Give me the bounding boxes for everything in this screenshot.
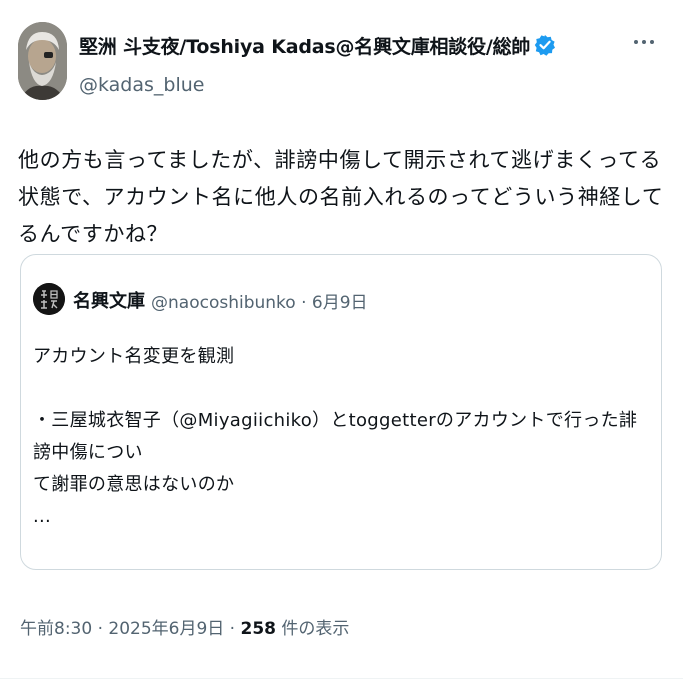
quote-avatar[interactable] bbox=[33, 283, 65, 315]
display-name[interactable]: 堅洲 斗支夜/Toshiya Kadas@名興文庫相談役/総帥 bbox=[79, 32, 530, 59]
tweet-meta: 午前8:30 · 2025年6月9日 · 258 件の表示 bbox=[20, 614, 349, 639]
quote-display-name[interactable]: 名興文庫 bbox=[73, 287, 145, 313]
tweet-header: 堅洲 斗支夜/Toshiya Kadas@名興文庫相談役/総帥 @kadas_b… bbox=[18, 22, 668, 104]
timestamp[interactable]: 午前8:30 · 2025年6月9日 · bbox=[20, 619, 241, 639]
divider bbox=[0, 678, 683, 679]
quote-line bbox=[33, 373, 653, 405]
quoted-tweet[interactable]: 名興文庫 @naocoshibunko · 6月9日 アカウント名変更を観測 ・… bbox=[20, 254, 662, 570]
author-handle[interactable]: @kadas_blue bbox=[79, 74, 205, 96]
quote-header: 名興文庫 @naocoshibunko · 6月9日 bbox=[73, 287, 368, 313]
more-options-icon[interactable] bbox=[630, 32, 658, 52]
quote-line: て謝罪の意思はないのか bbox=[33, 474, 235, 495]
quote-line: アカウント名変更を観測 bbox=[33, 346, 235, 367]
quote-line: ・三屋城衣智子（@Miyagiichiko）とtoggetterのアカウントで行… bbox=[33, 410, 638, 463]
avatar[interactable] bbox=[18, 22, 67, 100]
quote-body: アカウント名変更を観測 ・三屋城衣智子（@Miyagiichiko）とtogge… bbox=[33, 341, 653, 533]
verified-badge-icon[interactable] bbox=[534, 34, 556, 56]
quote-line: ... bbox=[33, 506, 52, 527]
view-label: 件の表示 bbox=[276, 619, 350, 639]
view-count: 258 bbox=[240, 619, 277, 639]
quote-handle-date[interactable]: @naocoshibunko · 6月9日 bbox=[151, 288, 368, 313]
author-name-row: 堅洲 斗支夜/Toshiya Kadas@名興文庫相談役/総帥 bbox=[79, 30, 556, 60]
tweet-text: 他の方も言ってましたが、誹謗中傷して開示されて逃げまくってる状態で、アカウント名… bbox=[18, 148, 664, 246]
